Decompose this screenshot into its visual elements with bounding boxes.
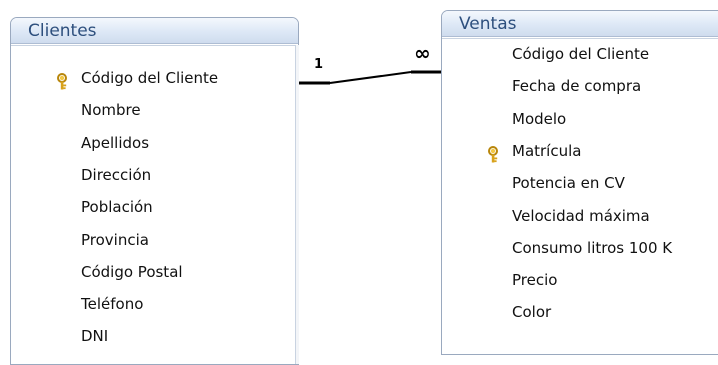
relationship-connector [329,71,412,84]
relationship-line[interactable] [0,0,718,365]
relationship-many-label: ∞ [414,41,431,65]
relationship-one-label: 1 [314,57,324,72]
